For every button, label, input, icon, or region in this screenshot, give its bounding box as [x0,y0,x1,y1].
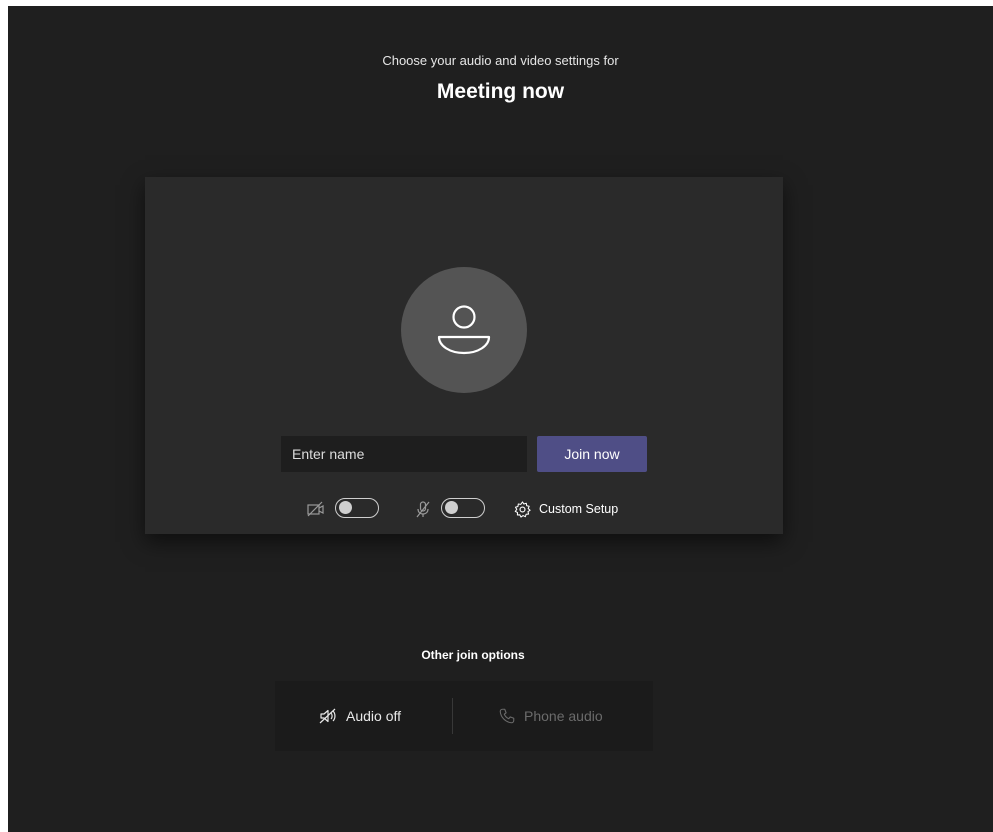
mic-toggle[interactable] [441,498,485,518]
options-divider [452,698,453,734]
gear-icon [514,500,531,518]
audio-off-label: Audio off [346,708,402,724]
speaker-off-icon [319,708,336,724]
phone-audio-label: Phone audio [524,708,603,724]
join-now-button[interactable]: Join now [537,436,647,472]
camera-toggle[interactable] [335,498,379,518]
person-icon [437,305,491,355]
mic-off-icon [416,501,430,518]
phone-audio-option[interactable]: Phone audio [498,681,603,751]
device-controls: Custom Setup [145,497,783,521]
name-input[interactable] [281,436,527,472]
mic-toggle-knob [445,501,458,514]
other-join-options: Audio off Phone audio [275,681,653,751]
phone-icon [499,708,515,724]
video-preview-card: Join now [145,177,783,534]
meeting-title: Meeting now [436,80,565,103]
audio-off-option[interactable]: Audio off [318,681,401,751]
camera-toggle-knob [339,501,352,514]
prejoin-screen: Choose your audio and video settings for… [8,6,993,832]
camera-off-icon [307,501,324,517]
custom-setup-button[interactable]: Custom Setup [513,497,618,521]
settings-subtitle: Choose your audio and video settings for [382,53,619,68]
other-join-options-title: Other join options [421,648,525,662]
custom-setup-label: Custom Setup [539,502,619,516]
avatar [401,267,527,393]
